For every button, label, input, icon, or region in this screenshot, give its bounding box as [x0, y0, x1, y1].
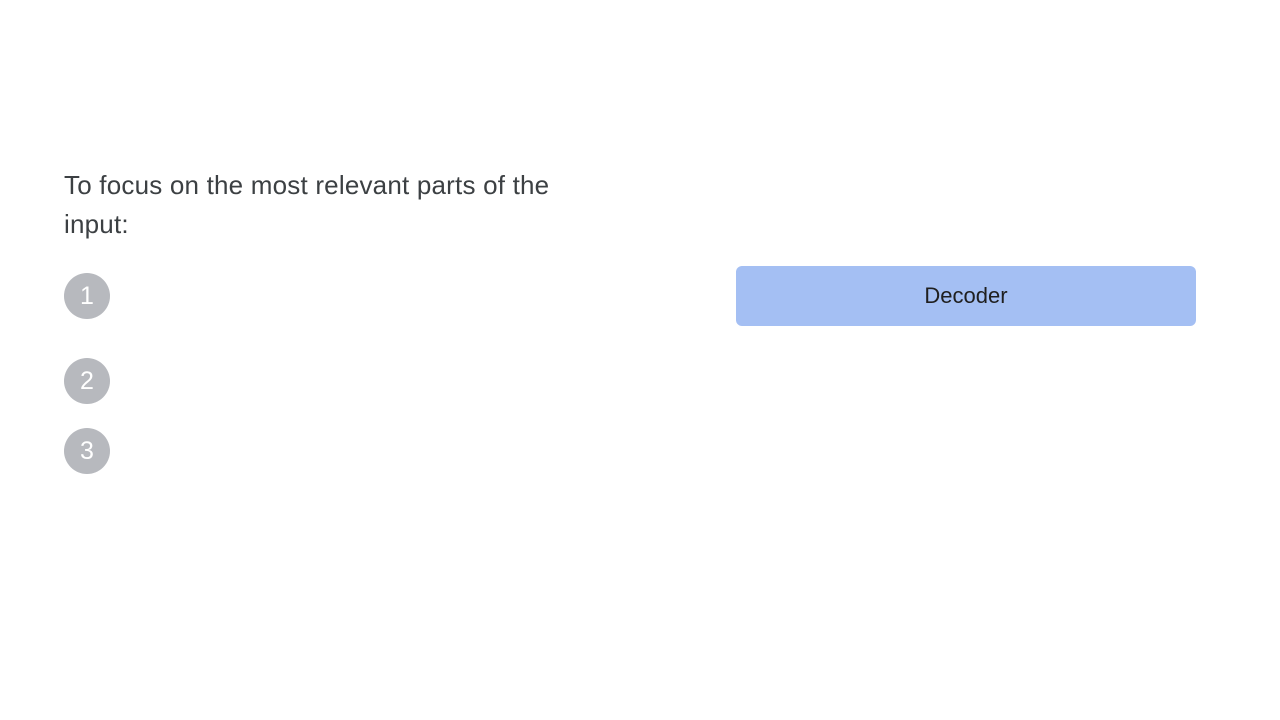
step-2-badge: 2 [64, 358, 110, 404]
decoder-label: Decoder [924, 283, 1008, 308]
step-3-badge: 3 [64, 428, 110, 474]
slide: To focus on the most relevant parts of t… [0, 0, 1280, 720]
heading-text: To focus on the most relevant parts of t… [64, 170, 550, 239]
step-1-badge: 1 [64, 273, 110, 319]
decoder-block: Decoder [736, 266, 1196, 326]
